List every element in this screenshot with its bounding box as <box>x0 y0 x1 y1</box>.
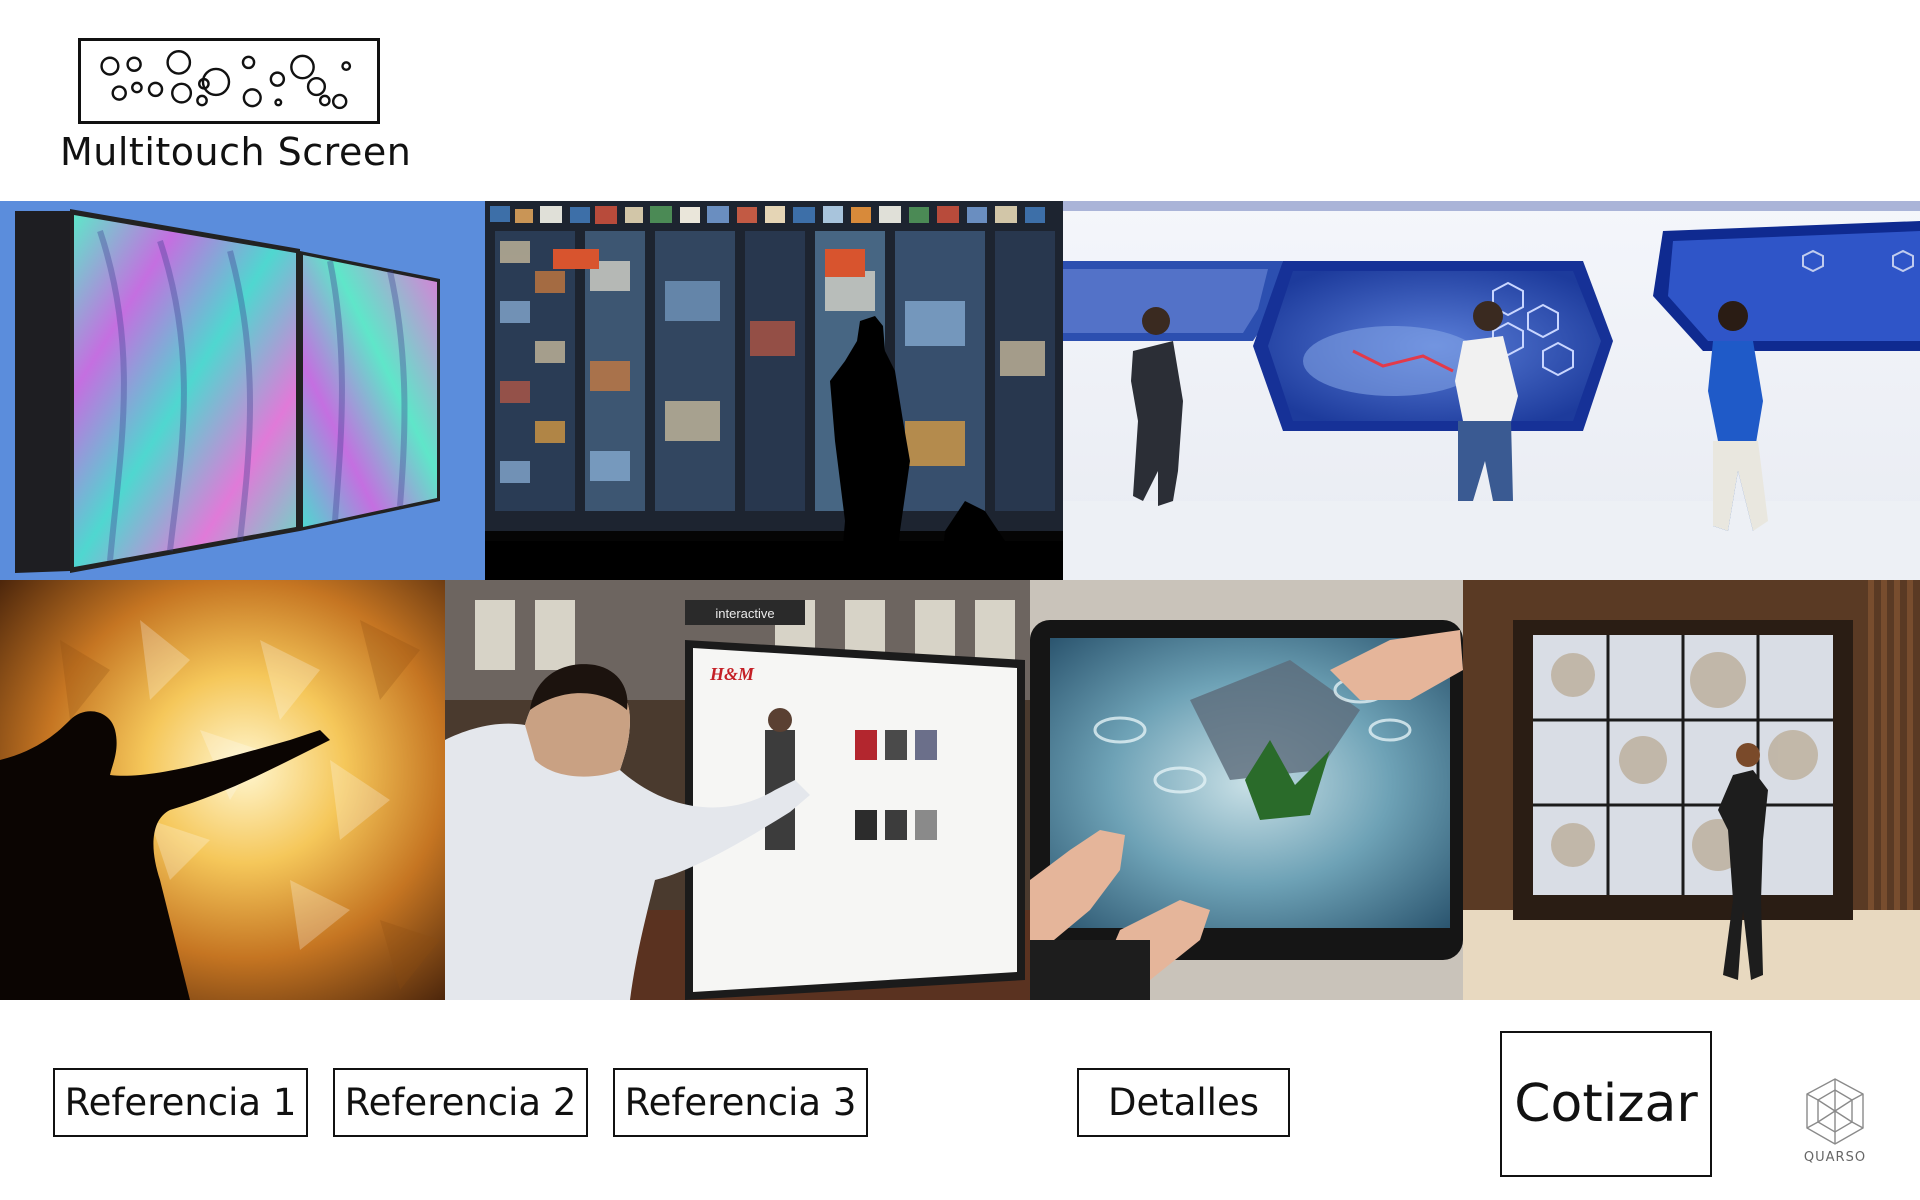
hm-brand-logo: H&M <box>709 664 755 684</box>
hm-interactive-kiosk-image: interactive H&M <box>445 580 1030 1000</box>
details-button[interactable]: Detalles <box>1077 1068 1290 1137</box>
quote-button[interactable]: Cotizar <box>1500 1031 1712 1177</box>
page-title: Multitouch Screen <box>60 130 412 174</box>
photo-wall-interactive-display-image <box>485 201 1063 580</box>
watch-store-video-wall-image <box>1463 580 1920 1000</box>
airport-hexagon-touch-walls-image <box>1063 201 1920 580</box>
quarso-brand-label: QUARSO <box>1803 1150 1867 1165</box>
quarso-geodesic-icon <box>1800 1076 1870 1148</box>
person-silhouette-crystal-screen-image <box>0 580 445 1000</box>
hm-interactive-sign: interactive <box>715 606 774 621</box>
hands-on-multitouch-table-image <box>1030 580 1463 1000</box>
reference-2-button[interactable]: Referencia 2 <box>333 1068 588 1137</box>
reference-1-button[interactable]: Referencia 1 <box>53 1068 308 1137</box>
dual-panel-gradient-display-image <box>0 201 485 580</box>
reference-3-button[interactable]: Referencia 3 <box>613 1068 868 1137</box>
touch-dots-logo-icon <box>78 38 380 124</box>
